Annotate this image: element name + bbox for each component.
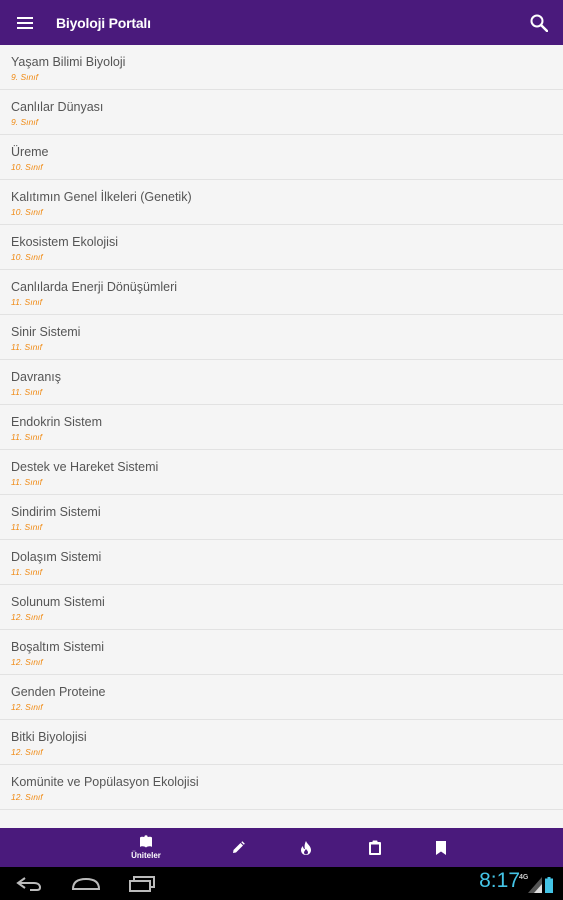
unit-title: Dolaşım Sistemi [11, 550, 102, 564]
unit-grade: 11. Sınıf [11, 297, 43, 307]
list-item[interactable]: Sindirim Sistemi 11. Sınıf [0, 495, 563, 540]
unit-title: Solunum Sistemi [11, 595, 105, 609]
recent-apps-icon [129, 876, 155, 892]
unit-grade: 10. Sınıf [11, 252, 43, 262]
list-item[interactable]: Boşaltım Sistemi 12. Sınıf [0, 630, 563, 675]
app-title: Biyoloji Portalı [56, 14, 151, 31]
unit-grade: 11. Sınıf [11, 522, 43, 532]
nav-units-label: Üniteler [131, 851, 161, 860]
unit-grade: 9. Sınıf [11, 117, 38, 127]
unit-title: Üreme [11, 145, 49, 159]
nav-bookmark-button[interactable] [411, 828, 471, 867]
list-item[interactable]: Üreme 10. Sınıf [0, 135, 563, 180]
unit-grade: 11. Sınıf [11, 387, 43, 397]
unit-grade: 11. Sınıf [11, 432, 43, 442]
recent-apps-button[interactable] [126, 871, 158, 897]
nav-clipboard-button[interactable] [345, 828, 405, 867]
list-item[interactable]: Genden Proteine 12. Sınıf [0, 675, 563, 720]
unit-title: Destek ve Hareket Sistemi [11, 460, 159, 474]
list-item[interactable]: Ekosistem Ekolojisi 10. Sınıf [0, 225, 563, 270]
unit-title: Genden Proteine [11, 685, 106, 699]
unit-title: Davranış [11, 370, 62, 384]
list-item[interactable]: Canlılarda Enerji Dönüşümleri 11. Sınıf [0, 270, 563, 315]
unit-title: Boşaltım Sistemi [11, 640, 105, 654]
back-icon [16, 877, 42, 891]
app-bar: Biyoloji Portalı [0, 0, 563, 45]
nav-fire-button[interactable] [276, 828, 336, 867]
unit-grade: 12. Sınıf [11, 612, 43, 622]
list-item[interactable]: Endokrin Sistem 11. Sınıf [0, 405, 563, 450]
unit-grade: 9. Sınıf [11, 72, 38, 82]
nav-pencil-button[interactable] [208, 828, 268, 867]
unit-grade: 10. Sınıf [11, 162, 43, 172]
unit-title: Kalıtımın Genel İlkeleri (Genetik) [11, 190, 192, 204]
back-button[interactable] [14, 871, 44, 897]
unit-title: Sindirim Sistemi [11, 505, 101, 519]
status-icons: 4G [519, 874, 555, 894]
hamburger-menu-icon [17, 16, 33, 29]
unit-title: Canlılar Dünyası [11, 100, 104, 114]
list-item[interactable]: Solunum Sistemi 12. Sınıf [0, 585, 563, 630]
list-item[interactable]: Sinir Sistemi 11. Sınıf [0, 315, 563, 360]
unit-title: Ekosistem Ekolojisi [11, 235, 118, 249]
home-icon [71, 877, 101, 890]
unit-grade: 10. Sınıf [11, 207, 43, 217]
book-icon [140, 835, 152, 848]
bottom-navigation: Üniteler [0, 828, 563, 867]
unit-title: Sinir Sistemi [11, 325, 81, 339]
list-item[interactable]: Yaşam Bilimi Biyoloji 9. Sınıf [0, 45, 563, 90]
unit-grade: 12. Sınıf [11, 657, 43, 667]
list-item[interactable]: Davranış 11. Sınıf [0, 360, 563, 405]
battery-icon [545, 877, 553, 893]
unit-grade: 11. Sınıf [11, 567, 43, 577]
clock: 8:17 [479, 869, 520, 892]
system-navigation-bar: 8:17 4G [0, 867, 563, 900]
list-item[interactable]: Komünite ve Popülasyon Ekolojisi 12. Sını… [0, 765, 563, 810]
nav-units-button[interactable]: Üniteler [116, 828, 176, 867]
unit-grade: 11. Sınıf [11, 342, 43, 352]
list-item[interactable]: Bitki Biyolojisi 12. Sınıf [0, 720, 563, 765]
unit-grade: 12. Sınıf [11, 702, 43, 712]
unit-list: Yaşam Bilimi Biyoloji 9. Sınıf Canlılar Dü… [0, 45, 563, 828]
bookmark-icon [436, 840, 446, 855]
unit-grade: 11. Sınıf [11, 477, 43, 487]
signal-icon [528, 877, 542, 893]
search-button[interactable] [525, 9, 553, 37]
list-item[interactable]: Canlılar Dünyası 9. Sınıf [0, 90, 563, 135]
unit-title: Komünite ve Popülasyon Ekolojisi [11, 775, 199, 789]
list-item[interactable]: Destek ve Hareket Sistemi 11. Sınıf [0, 450, 563, 495]
menu-button[interactable] [0, 0, 50, 45]
list-item[interactable]: Dolaşım Sistemi 11. Sınıf [0, 540, 563, 585]
network-type-label: 4G [519, 874, 529, 881]
unit-title: Yaşam Bilimi Biyoloji [11, 55, 126, 69]
unit-title: Endokrin Sistem [11, 415, 103, 429]
unit-title: Canlılarda Enerji Dönüşümleri [11, 280, 178, 294]
pencil-icon [233, 840, 245, 853]
home-button[interactable] [70, 871, 102, 897]
unit-grade: 12. Sınıf [11, 792, 43, 802]
unit-title: Bitki Biyolojisi [11, 730, 87, 744]
list-item[interactable]: Kalıtımın Genel İlkeleri (Genetik) 10. Sı… [0, 180, 563, 225]
clipboard-icon [369, 840, 381, 855]
unit-grade: 12. Sınıf [11, 747, 43, 757]
fire-icon [301, 840, 311, 855]
search-icon [530, 14, 548, 32]
